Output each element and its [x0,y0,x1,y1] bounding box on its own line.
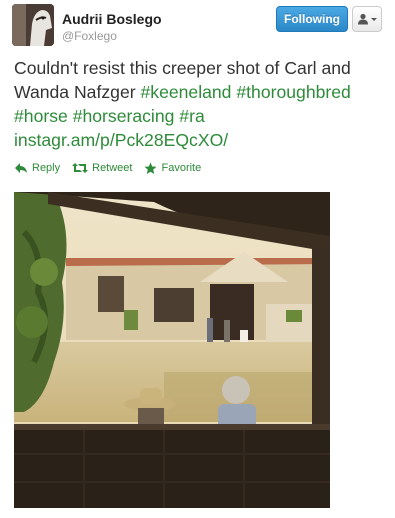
user-name[interactable]: Audrii Boslego [62,11,162,27]
user-menu-button[interactable] [352,6,382,32]
favorite-button[interactable]: Favorite [144,162,201,175]
hashtag-thoroughbred[interactable]: #thoroughbred [236,82,350,102]
favorite-label: Favorite [161,162,202,174]
user-handle[interactable]: @Foxlego [62,29,117,43]
horse-photo-icon [12,4,54,46]
reply-icon [15,163,27,173]
retweet-icon [72,163,89,173]
hashtag-keeneland[interactable]: #keeneland [140,82,231,102]
user-icon [358,13,368,25]
retweet-label: Retweet [92,162,133,174]
avatar[interactable] [12,4,54,46]
reply-label: Reply [32,162,61,174]
retweet-button[interactable]: Retweet [72,162,132,174]
hashtag-ra[interactable]: #ra [179,106,204,126]
racetrack-photo [14,192,330,508]
chevron-down-icon [371,17,377,21]
reply-button[interactable]: Reply [14,162,60,174]
hashtag-horse[interactable]: #horse [14,106,68,126]
star-icon [144,162,157,174]
tweet-text: Couldn't resist this creeper shot of Car… [14,56,384,152]
tweet-photo[interactable] [14,192,330,508]
instagram-link[interactable]: instagr.am/p/Pck28EQcXO/ [14,130,228,150]
tweet-card: Audrii Boslego @Foxlego Following Couldn… [0,0,395,518]
hashtag-horseracing[interactable]: #horseracing [73,106,175,126]
tweet-actions: Reply Retweet Favorite [14,159,201,177]
following-button[interactable]: Following [276,6,348,32]
